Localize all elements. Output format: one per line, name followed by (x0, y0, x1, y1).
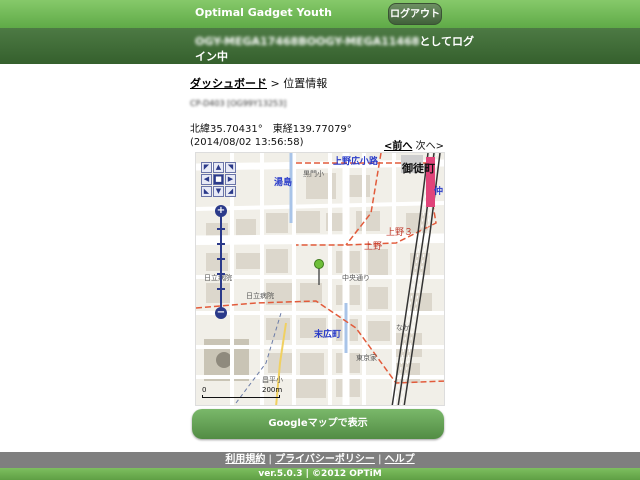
device-id: CP-D403 [OG99Y13253] (190, 99, 287, 108)
pan-se-icon[interactable]: ◢ (225, 186, 236, 197)
pan-nw-icon[interactable]: ◤ (201, 162, 212, 173)
label-ueno-hirokoji: 上野広小路 (333, 157, 379, 167)
version-info: ver.5.0.3 | ©2012 OPTiM (0, 468, 640, 480)
pan-right-icon[interactable]: ▶ (225, 174, 236, 185)
pan-up-icon[interactable]: ▲ (213, 162, 224, 173)
user-status-bar: OGY-MEGA17468BOOGY-MEGA11468としてログ イン中 (0, 28, 640, 64)
label-hitachi-hospital-2: 日立病院 (246, 292, 274, 300)
prev-link[interactable]: <前へ (384, 141, 412, 152)
label-yushima: 湯島 (274, 178, 293, 188)
footer-links: 利用規約 | プライバシーポリシー | ヘルプ (0, 452, 640, 468)
zoom-slider-track[interactable] (220, 211, 222, 313)
pan-center-icon[interactable]: ■ (213, 174, 224, 185)
location-nav: <前へ 次へ> (384, 137, 444, 152)
app-header: Optimal Gadget Youth ログアウト (0, 0, 640, 28)
map-pan-control: ◤ ▲ ◥ ◀ ■ ▶ ◣ ▼ ◢ (201, 162, 241, 202)
label-ueno: 上野 (364, 242, 383, 252)
pan-down-icon[interactable]: ▼ (213, 186, 224, 197)
scale-zero: 0 (202, 386, 207, 394)
breadcrumb: ダッシュボード > 位置情報 (190, 75, 327, 91)
login-status-line2: イン中 (195, 50, 228, 63)
zoom-in-icon[interactable]: + (215, 205, 227, 217)
pan-left-icon[interactable]: ◀ (201, 174, 212, 185)
label-suehirocho: 末広町 (314, 330, 342, 340)
next-link[interactable]: 次へ> (412, 141, 444, 152)
privacy-link[interactable]: プライバシーポリシー (275, 454, 375, 465)
pan-sw-icon[interactable]: ◣ (201, 186, 212, 197)
breadcrumb-dashboard-link[interactable]: ダッシュボード (190, 77, 267, 90)
location-info: 北緯35.70431° 東経139.77079° (2014/08/02 13:… (190, 123, 352, 149)
label-kuromon: 黒門小 (303, 170, 324, 178)
logout-button[interactable]: ログアウト (388, 3, 442, 25)
location-timestamp: (2014/08/02 13:56:58) (190, 137, 304, 148)
label-shohei: 昌平小 (262, 376, 283, 384)
label-kyobashi: 東京家 (356, 354, 377, 362)
breadcrumb-current: 位置情報 (283, 77, 328, 90)
breadcrumb-separator: > (267, 77, 284, 90)
label-chuo-dori: 中央通り (342, 274, 370, 282)
login-status-suffix: としてログ (419, 35, 475, 48)
location-map[interactable]: 上野広小路 御徒町 湯島 黒門小 上野３ 上野 中央通り 日立病院 日立病院 末… (195, 152, 445, 406)
label-okachi-side: なか (396, 324, 410, 332)
user-name: OGY-MEGA17468BOOGY-MEGA11468 (195, 35, 420, 48)
zoom-out-icon[interactable]: − (215, 307, 227, 319)
coordinates: 北緯35.70431° 東経139.77079° (190, 124, 352, 135)
google-maps-button[interactable]: Googleマップで表示 (192, 409, 444, 439)
label-ueno3: 上野３ (386, 228, 414, 238)
app-title: Optimal Gadget Youth (195, 6, 332, 19)
scale-label: 200m (262, 386, 283, 394)
location-pin-icon (314, 259, 324, 285)
help-link[interactable]: ヘルプ (385, 454, 415, 465)
zoom-level-marker[interactable] (217, 228, 225, 230)
pan-ne-icon[interactable]: ◥ (225, 162, 236, 173)
label-okachimachi: 御徒町 (402, 162, 435, 175)
map-scale-bar: 0 200m (202, 386, 282, 400)
login-status-line1: OGY-MEGA17468BOOGY-MEGA11468としてログ (195, 33, 474, 49)
terms-link[interactable]: 利用規約 (225, 454, 265, 465)
label-naka: 仲 (434, 187, 444, 197)
